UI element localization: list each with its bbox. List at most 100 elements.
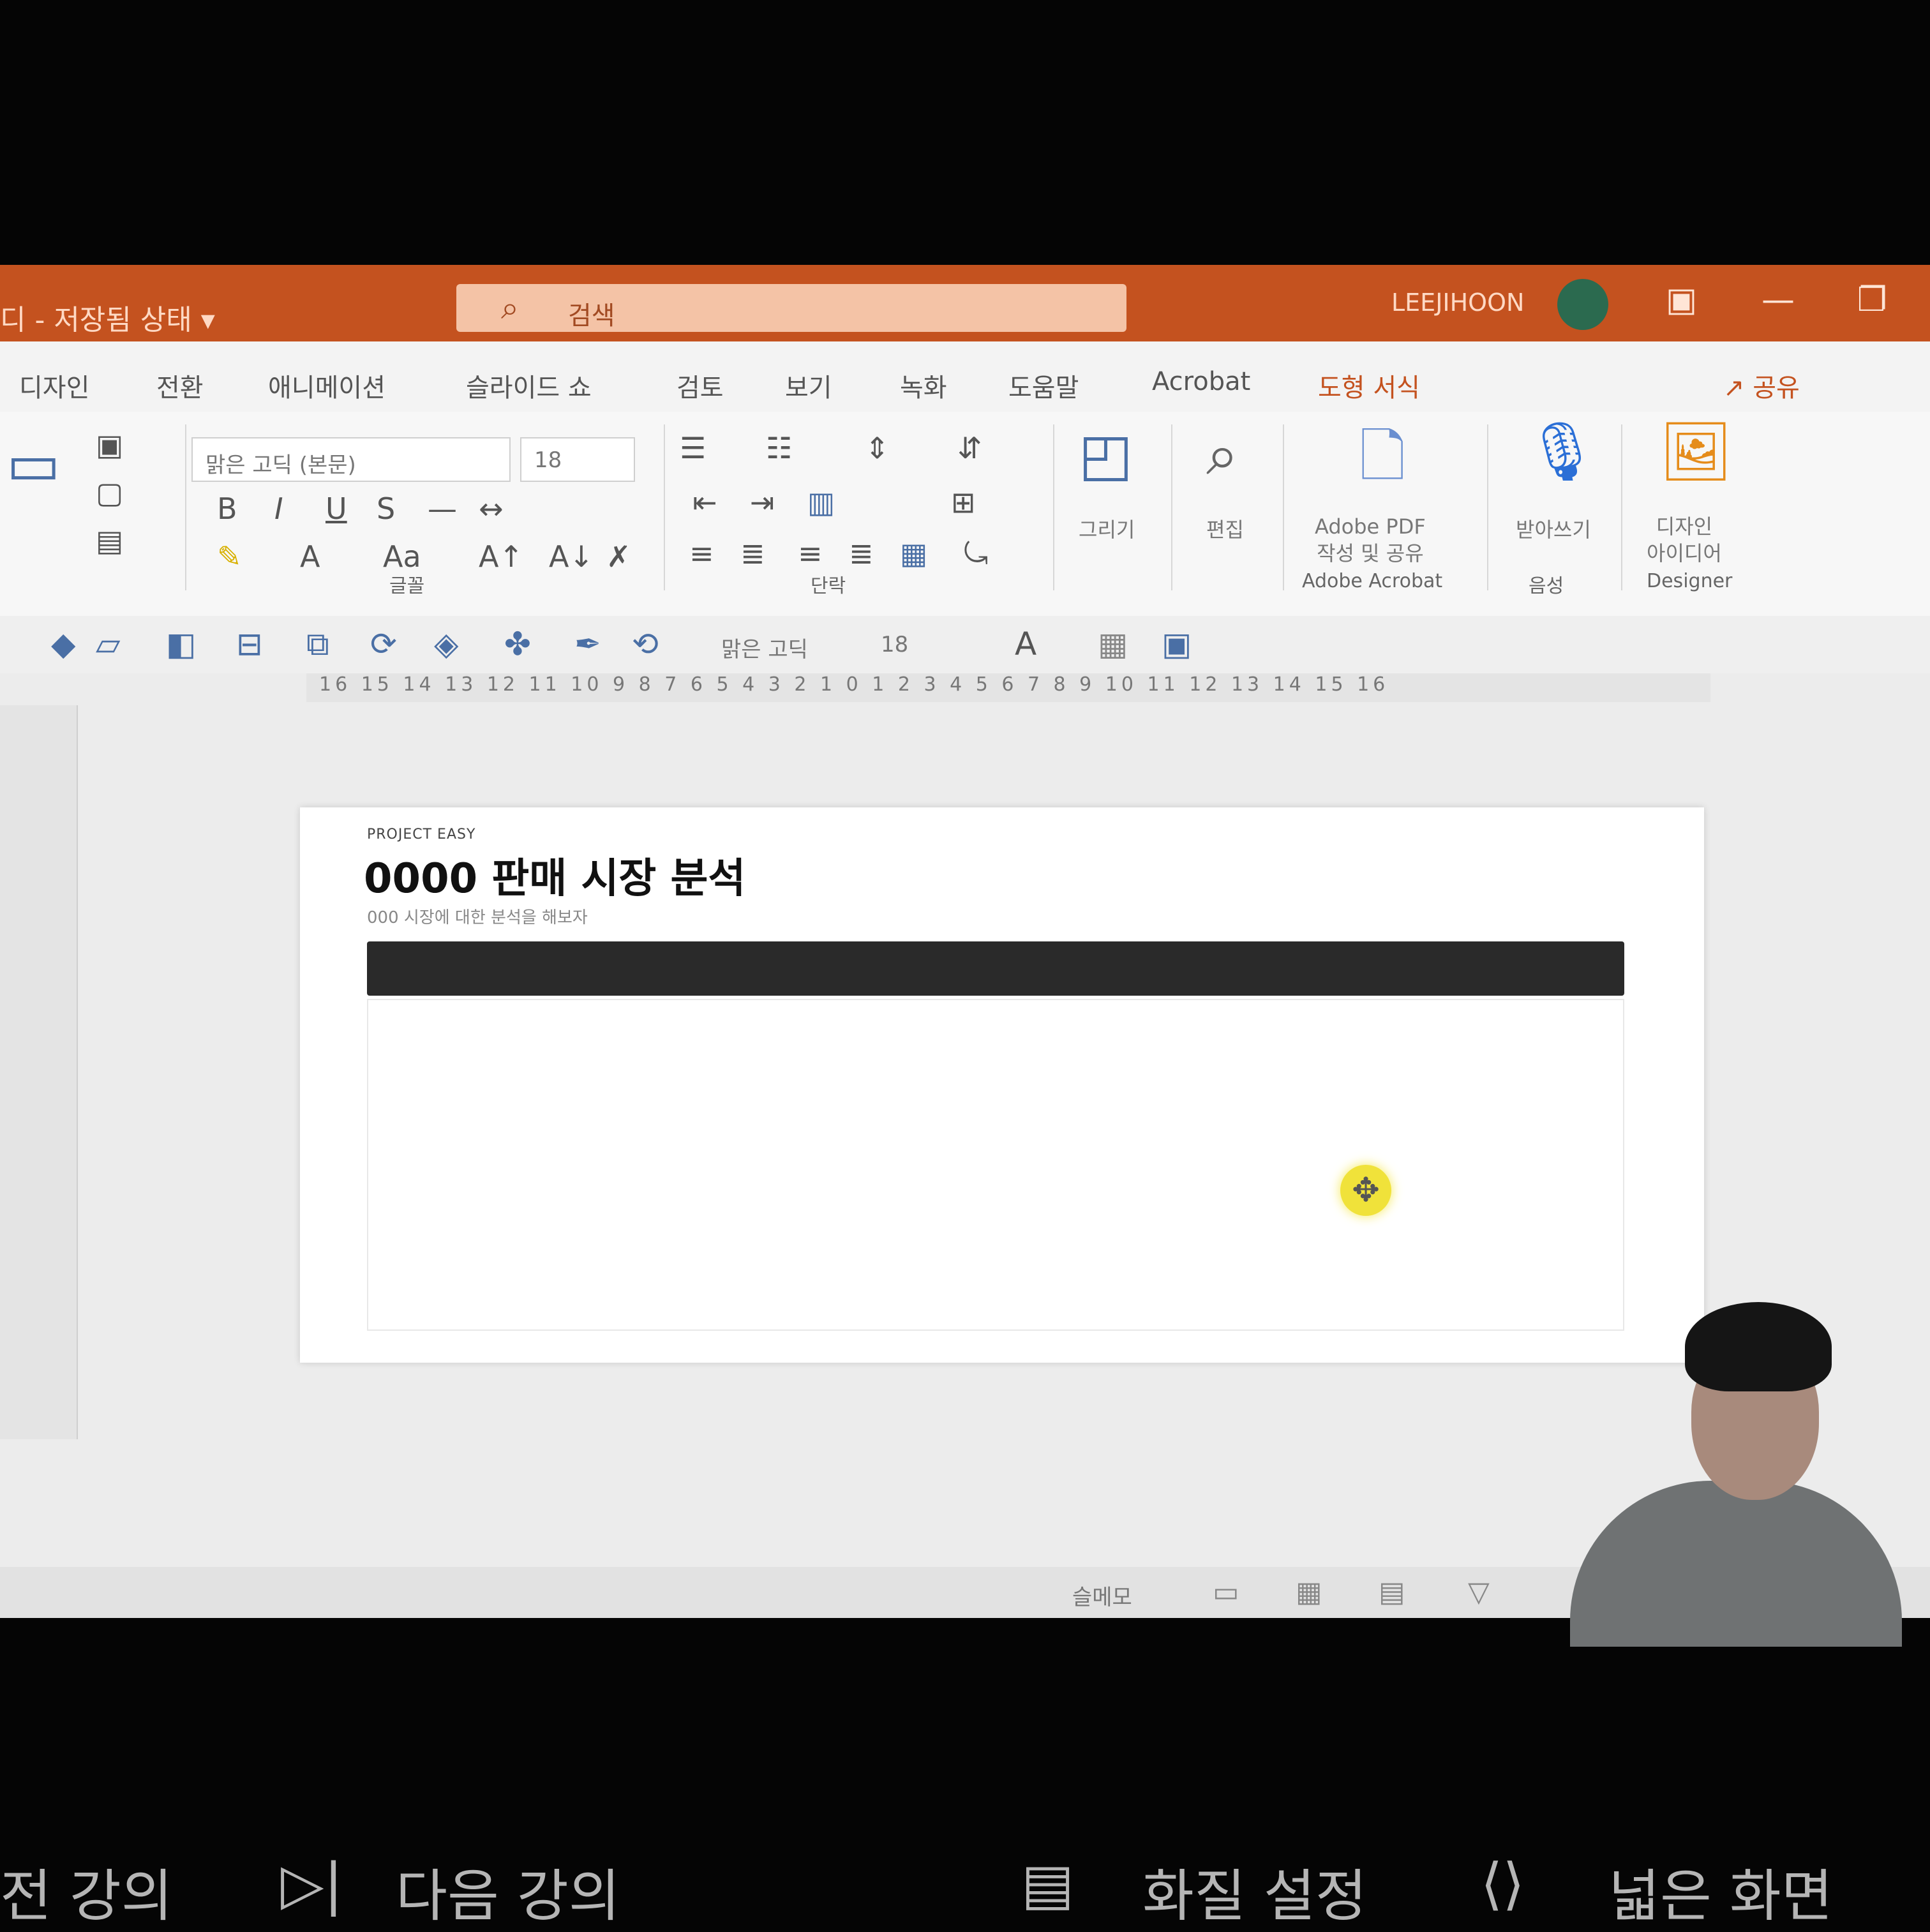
decrease-indent-icon[interactable]: ⇤ (692, 485, 717, 520)
align-objects-icon[interactable]: ⊟ (236, 625, 263, 663)
find-icon[interactable]: ⌕ (1206, 421, 1238, 489)
tab-transitions[interactable]: 전환 (156, 367, 204, 404)
wide-screen-button[interactable]: 넓은 화면 (1608, 1851, 1833, 1932)
align-right-icon[interactable]: ≡ (798, 536, 823, 571)
avatar[interactable] (1557, 279, 1608, 330)
shadow-icon[interactable]: S (377, 491, 395, 526)
bold-icon[interactable]: B (217, 491, 237, 526)
columns-icon[interactable]: ▥ (807, 485, 835, 520)
tab-help[interactable]: 도움말 (1008, 367, 1079, 404)
adobe-pdf-icon[interactable]: 🗋 (1359, 415, 1405, 513)
toolbar-font-name[interactable]: 맑은 고딕 (721, 632, 808, 663)
content-box-shape[interactable] (367, 999, 1624, 1331)
normal-view-icon[interactable]: ▭ (1213, 1576, 1239, 1608)
smartart-icon[interactable]: ▦ (900, 536, 927, 571)
shape-outline-icon[interactable]: ▱ (96, 625, 120, 663)
strikethrough-icon[interactable]: — (428, 491, 457, 526)
designer-button-label[interactable]: 디자인 아이디어 (1647, 514, 1722, 567)
quick-styles-icon[interactable]: ✤ (504, 625, 531, 663)
numbering-icon[interactable]: ☷ (766, 431, 792, 465)
search-box[interactable]: ⌕ 검색 (456, 284, 1126, 332)
toolbar-table-icon[interactable]: ▦ (1098, 625, 1128, 663)
wide-screen-icon[interactable]: ⟨⟩ (1481, 1851, 1525, 1917)
font-size-select[interactable]: 18 (520, 437, 635, 482)
document-title[interactable]: 디 - 저장됨 상태 ▾ (0, 297, 215, 338)
slide-subtitle[interactable]: 000 시장에 대한 분석을 해보자 (367, 904, 588, 928)
prev-lecture-button[interactable]: 전 강의 (0, 1851, 173, 1932)
quality-settings-button[interactable]: 화질 설정 (1142, 1851, 1367, 1932)
line-spacing-icon[interactable]: ⇕ (865, 431, 890, 465)
slideshow-view-icon[interactable]: ▽ (1468, 1576, 1490, 1608)
italic-icon[interactable]: I (274, 491, 283, 526)
reading-view-icon[interactable]: ▤ (1379, 1576, 1405, 1608)
slide-canvas[interactable]: PROJECT EASY 0000 판매 시장 분석 000 시장에 대한 분석… (300, 807, 1704, 1363)
toolbar-font-color-icon[interactable]: A (1015, 625, 1036, 663)
increase-indent-icon[interactable]: ⇥ (750, 485, 775, 520)
tab-review[interactable]: 검토 (677, 367, 724, 404)
underline-icon[interactable]: U (325, 491, 347, 526)
edit-button-label[interactable]: 편집 (1206, 514, 1244, 543)
clear-format-icon[interactable]: ✗ (606, 539, 631, 574)
tab-view[interactable]: 보기 (785, 367, 832, 404)
increase-font-icon[interactable]: A↑ (479, 539, 523, 574)
designer-icon[interactable]: 🖼 (1659, 418, 1732, 485)
font-name-select[interactable]: 맑은 고딕 (본문) (191, 437, 511, 482)
notes-button[interactable]: 슬메모 (1072, 1580, 1132, 1611)
share-button[interactable]: ↗ 공유 (1723, 367, 1800, 404)
shape-fill-icon[interactable]: ◆ (51, 625, 75, 663)
microphone-icon[interactable]: 🎙 (1525, 418, 1598, 485)
rotate-icon[interactable]: ⟳ (370, 625, 397, 663)
tab-record[interactable]: 녹화 (900, 367, 947, 404)
arrange-icon[interactable]: ◧ (166, 625, 196, 663)
presenter-body (1570, 1481, 1902, 1647)
slide-kicker[interactable]: PROJECT EASY (367, 827, 475, 842)
decrease-font-icon[interactable]: A↓ (549, 539, 594, 574)
new-slide-icon[interactable]: ▭ (6, 431, 61, 498)
reset-icon[interactable]: ▢ (96, 476, 123, 510)
justify-icon[interactable]: ≣ (849, 536, 874, 571)
format-painter-icon[interactable]: ⟲ (632, 625, 659, 663)
header-bar-shape[interactable] (367, 941, 1624, 996)
user-name[interactable]: LEEJIHOON (1391, 288, 1524, 317)
change-case-icon[interactable]: Aa (383, 539, 421, 574)
dictate-button-label[interactable]: 받아쓰기 (1516, 514, 1591, 543)
align-left-icon[interactable]: ≡ (689, 536, 714, 571)
next-icon[interactable]: ▷| (281, 1851, 343, 1917)
layout-icon[interactable]: ▣ (96, 428, 123, 462)
align-center-icon[interactable]: ≣ (740, 536, 765, 571)
shape-effects-icon[interactable]: ◈ (434, 625, 458, 663)
font-group-label: 글꼴 (389, 575, 425, 597)
toolbar-font-size[interactable]: 18 (881, 632, 908, 657)
minimize-icon[interactable]: — (1762, 281, 1795, 319)
convert-icon[interactable]: ⤿ (964, 536, 988, 572)
draw-button-label[interactable]: 그리기 (1079, 514, 1135, 543)
sorter-view-icon[interactable]: ▦ (1296, 1576, 1322, 1608)
group-icon[interactable]: ⧉ (306, 625, 329, 663)
highlight-icon[interactable]: ✎ (217, 539, 242, 574)
restore-icon[interactable]: ❐ (1857, 281, 1887, 319)
char-spacing-icon[interactable]: ↔ (479, 491, 504, 526)
bullets-icon[interactable]: ☰ (680, 431, 706, 465)
font-color-icon[interactable]: A (300, 539, 320, 574)
title-bar: 디 - 저장됨 상태 ▾ ⌕ 검색 LEEJIHOON ▣ — ❐ (0, 265, 1930, 341)
text-direction-icon[interactable]: ⇵ (957, 431, 982, 465)
tab-design[interactable]: 디자인 (19, 367, 89, 404)
horizontal-ruler: 16 15 14 13 12 11 10 9 8 7 6 5 4 3 2 1 0… (306, 673, 1710, 702)
next-lecture-button[interactable]: 다음 강의 (396, 1851, 620, 1932)
tab-animations[interactable]: 애니메이션 (268, 367, 385, 404)
section-icon[interactable]: ▤ (96, 523, 123, 558)
share-icon: ↗ (1723, 373, 1753, 403)
ribbon-display-icon[interactable]: ▣ (1666, 281, 1697, 319)
pen-icon[interactable]: ✒ (574, 625, 601, 663)
tab-acrobat[interactable]: Acrobat (1152, 367, 1250, 396)
slide-title[interactable]: 0000 판매 시장 분석 (364, 846, 745, 904)
quality-icon[interactable]: ▤ (1021, 1851, 1074, 1917)
draw-icon[interactable]: ◰ (1079, 421, 1133, 488)
tab-shape-format[interactable]: 도형 서식 (1318, 367, 1420, 404)
adobe-pdf-button-label[interactable]: Adobe PDF 작성 및 공유 (1315, 514, 1426, 567)
align-text-icon[interactable]: ⊞ (951, 485, 976, 520)
share-label: 공유 (1753, 373, 1800, 403)
tab-slideshow[interactable]: 슬라이드 쇼 (466, 367, 592, 404)
search-placeholder: 검색 (568, 301, 615, 331)
toolbar-frame-icon[interactable]: ▣ (1162, 625, 1192, 663)
